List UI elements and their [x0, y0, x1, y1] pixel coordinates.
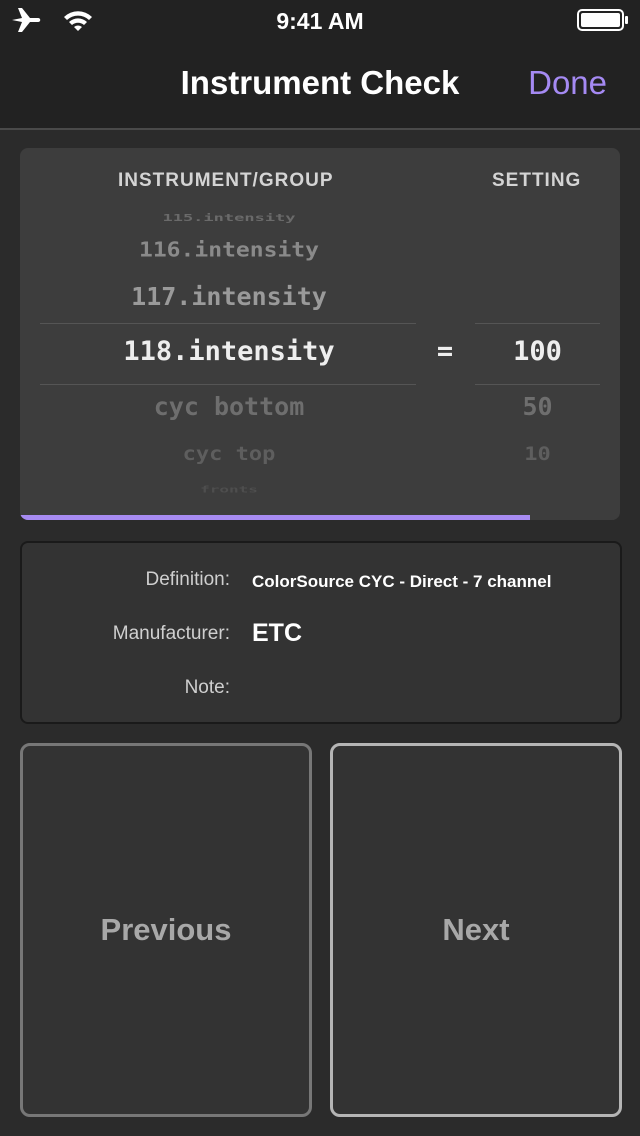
equals-sign: = — [436, 336, 454, 367]
picker-row[interactable]: fronts — [20, 484, 438, 494]
definition-label: Definition: — [145, 569, 231, 590]
setting-value[interactable]: 50 — [475, 392, 600, 421]
picker-row[interactable]: cyc bottom — [20, 392, 438, 421]
selection-line — [40, 384, 416, 385]
definition-value: ColorSource CYC - Direct - 7 channel — [252, 572, 552, 591]
instrument-column-header: INSTRUMENT/GROUP — [118, 170, 334, 191]
picker-row[interactable]: 117.intensity — [20, 282, 438, 311]
next-button[interactable]: Next — [330, 743, 622, 1117]
setting-column-header: SETTING — [492, 170, 582, 191]
picker-row[interactable]: 115.intensity — [20, 213, 438, 225]
picker-row[interactable]: cyc top — [20, 444, 438, 465]
navigation-bar: Instrument Check Done — [0, 40, 640, 130]
selection-line — [475, 384, 600, 385]
progress-bar — [20, 515, 620, 520]
done-button[interactable]: Done — [528, 64, 607, 102]
setting-value[interactable]: 10 — [475, 444, 600, 465]
picker-row[interactable]: 116.intensity — [20, 238, 438, 261]
manufacturer-label: Manufacturer: — [112, 623, 230, 644]
progress-fill — [20, 515, 530, 520]
battery-icon — [577, 9, 628, 31]
previous-button[interactable]: Previous — [20, 743, 312, 1117]
status-time: 9:41 AM — [276, 8, 364, 34]
note-label: Note: — [184, 677, 230, 698]
selection-line — [40, 323, 416, 324]
manufacturer-value: ETC — [252, 619, 302, 647]
instrument-info-panel: Definition: ColorSource CYC - Direct - 7… — [20, 541, 622, 724]
selection-line — [475, 323, 600, 324]
status-bar: 9:41 AM — [0, 0, 640, 40]
picker-row-selected[interactable]: 118.intensity — [20, 336, 438, 367]
setting-value-selected[interactable]: 100 — [475, 336, 600, 367]
instrument-picker[interactable]: INSTRUMENT/GROUP SETTING 115.intensity 1… — [20, 148, 620, 520]
